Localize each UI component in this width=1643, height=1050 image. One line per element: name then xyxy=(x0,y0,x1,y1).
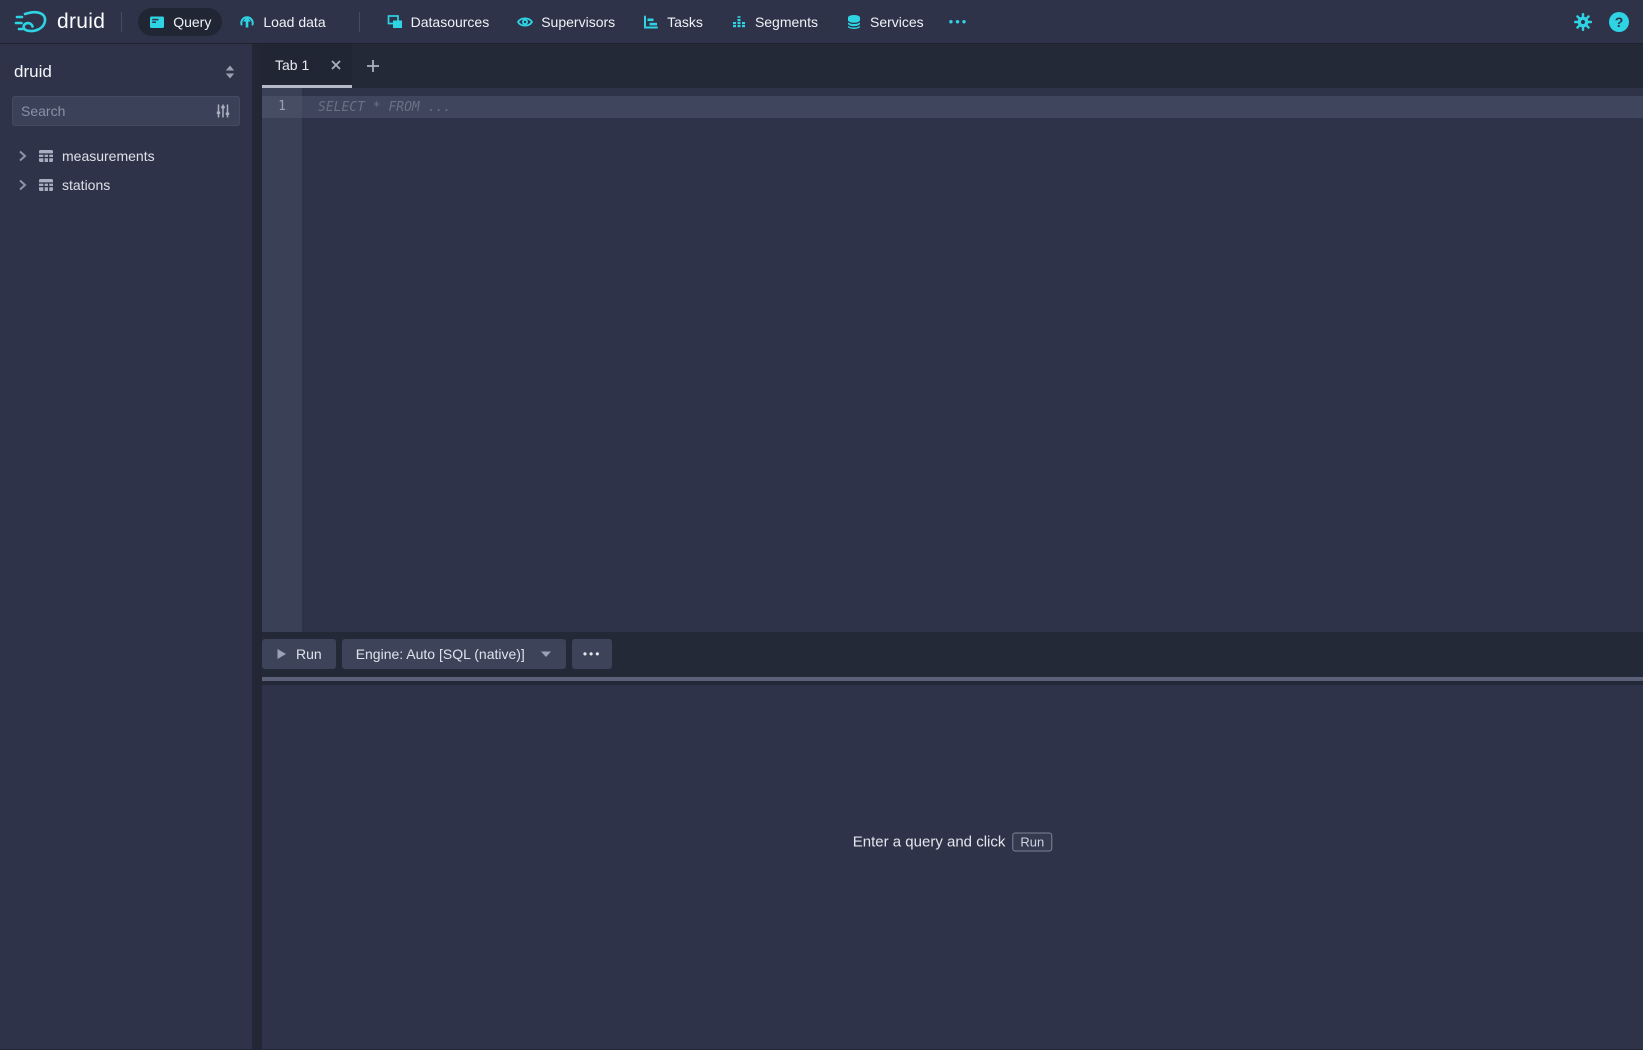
double-caret-vertical-icon[interactable] xyxy=(222,64,238,80)
table-icon xyxy=(38,177,54,193)
engine-select-button[interactable]: Engine: Auto [SQL (native)] xyxy=(342,639,566,669)
line-number: 1 xyxy=(262,96,302,118)
run-kbd-hint[interactable]: Run xyxy=(1012,832,1052,851)
table-icon xyxy=(38,148,54,164)
navbar-right-actions: ? xyxy=(1573,12,1629,32)
run-toolbar: Run Engine: Auto [SQL (native)] ••• xyxy=(262,632,1643,685)
druid-console: druid Query Load data Datasource xyxy=(0,0,1643,1050)
console-icon xyxy=(149,14,165,30)
database-icon xyxy=(846,14,862,30)
table-search[interactable] xyxy=(12,96,240,126)
tree-item-measurements[interactable]: measurements xyxy=(12,141,240,170)
schema-title: druid xyxy=(14,62,52,82)
play-icon xyxy=(276,648,287,660)
empty-results-message: Enter a query and click Run xyxy=(853,832,1052,851)
nav-item-services[interactable]: Services xyxy=(835,8,935,36)
druid-logo-group[interactable]: druid xyxy=(14,7,105,37)
schema-header: druid xyxy=(12,56,240,84)
run-toolbar-buttons: Run Engine: Auto [SQL (native)] ••• xyxy=(262,639,1643,669)
editor-placeholder: SELECT * FROM ... xyxy=(318,100,451,115)
nav-item-tasks[interactable]: Tasks xyxy=(632,8,714,36)
help-button[interactable]: ? xyxy=(1609,12,1629,32)
close-icon[interactable] xyxy=(329,58,343,72)
nav-item-label: Segments xyxy=(755,14,818,30)
gear-icon xyxy=(1573,12,1593,32)
nav-item-label: Query xyxy=(173,14,211,30)
logo-wordmark: druid xyxy=(57,10,105,34)
results-pane: Enter a query and click Run xyxy=(262,685,1643,1049)
query-more-button[interactable]: ••• xyxy=(572,639,613,669)
tab-1[interactable]: Tab 1 xyxy=(262,44,352,88)
nav-divider xyxy=(121,12,122,32)
nav-divider xyxy=(359,12,360,32)
run-button-label: Run xyxy=(296,646,322,662)
table-name: measurements xyxy=(62,148,155,164)
stacked-windows-icon xyxy=(387,14,403,30)
nav-item-label: Supervisors xyxy=(541,14,615,30)
tab-label: Tab 1 xyxy=(275,57,329,73)
nav-more-button[interactable]: ••• xyxy=(941,8,977,35)
workspace: druid xyxy=(0,44,1643,1049)
results-splitter-handle[interactable] xyxy=(262,677,1643,681)
chevron-right-icon[interactable] xyxy=(14,148,30,164)
nav-item-label: Tasks xyxy=(667,14,703,30)
nav-item-label: Datasources xyxy=(411,14,490,30)
filter-sliders-icon[interactable] xyxy=(215,103,231,119)
gantt-icon xyxy=(643,14,659,30)
table-tree: measurements stations xyxy=(12,141,240,199)
nav-item-label: Load data xyxy=(263,14,325,30)
eye-icon xyxy=(517,14,533,30)
query-tabbar: Tab 1 xyxy=(262,44,1643,88)
engine-label: Engine: Auto [SQL (native)] xyxy=(356,646,525,662)
upload-icon xyxy=(239,14,255,30)
help-icon: ? xyxy=(1615,14,1624,30)
add-tab-button[interactable] xyxy=(365,58,381,74)
nav-item-supervisors[interactable]: Supervisors xyxy=(506,8,626,36)
editor-code-area[interactable]: SELECT * FROM ... xyxy=(302,88,1643,632)
chevron-right-icon[interactable] xyxy=(14,177,30,193)
druid-logo-icon xyxy=(14,7,50,37)
sidebar-splitter[interactable] xyxy=(252,44,262,1049)
top-navbar: druid Query Load data Datasource xyxy=(0,0,1643,44)
empty-message-text: Enter a query and click xyxy=(853,833,1006,850)
nav-item-label: Services xyxy=(870,14,924,30)
caret-down-icon xyxy=(540,650,552,658)
nav-item-segments[interactable]: Segments xyxy=(720,8,829,36)
search-input[interactable] xyxy=(21,103,215,119)
tree-item-stations[interactable]: stations xyxy=(12,170,240,199)
stacked-chart-icon xyxy=(731,14,747,30)
editor-gutter: 1 xyxy=(262,88,302,632)
sql-editor[interactable]: 1 SELECT * FROM ... xyxy=(262,88,1643,632)
schema-sidebar: druid xyxy=(0,44,252,1049)
nav-item-query[interactable]: Query xyxy=(138,8,222,36)
active-line[interactable]: SELECT * FROM ... xyxy=(302,96,1643,118)
plus-icon xyxy=(365,58,381,74)
settings-button[interactable] xyxy=(1573,12,1593,32)
run-button[interactable]: Run xyxy=(262,639,336,669)
nav-item-load-data[interactable]: Load data xyxy=(228,8,336,36)
query-main: Tab 1 1 xyxy=(262,44,1643,1049)
nav-item-datasources[interactable]: Datasources xyxy=(376,8,501,36)
table-name: stations xyxy=(62,177,110,193)
